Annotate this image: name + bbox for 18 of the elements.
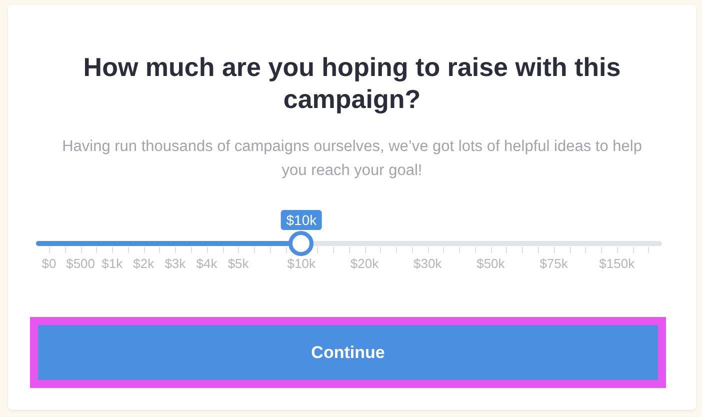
scale-label: $30k	[414, 256, 442, 271]
scale-label: $150k	[599, 256, 635, 271]
scale-label: $4k	[196, 256, 218, 271]
scale-label: $1k	[102, 256, 123, 271]
value-tooltip: $10k	[281, 210, 322, 230]
scale-label: $5k	[228, 256, 249, 271]
scale-label: $10k	[287, 256, 316, 271]
subtitle: Having run thousands of campaigns ourselves, we’ve got lots of helpful ideas to help you reach your goal!	[61, 137, 643, 181]
scale-label: $50k	[476, 256, 505, 271]
scale-label: $3k	[164, 256, 186, 271]
scale-label: $2k	[133, 256, 154, 271]
scale-label: $500	[66, 256, 95, 271]
scale-label: $75k	[540, 256, 568, 271]
continue-button[interactable]: Continue	[38, 325, 658, 380]
question-title: How much are you hoping to raise with this campaign?	[82, 51, 622, 115]
scale-label: $0	[42, 256, 56, 271]
scale-label: $20k	[350, 256, 379, 271]
slider-handle[interactable]	[288, 231, 314, 256]
